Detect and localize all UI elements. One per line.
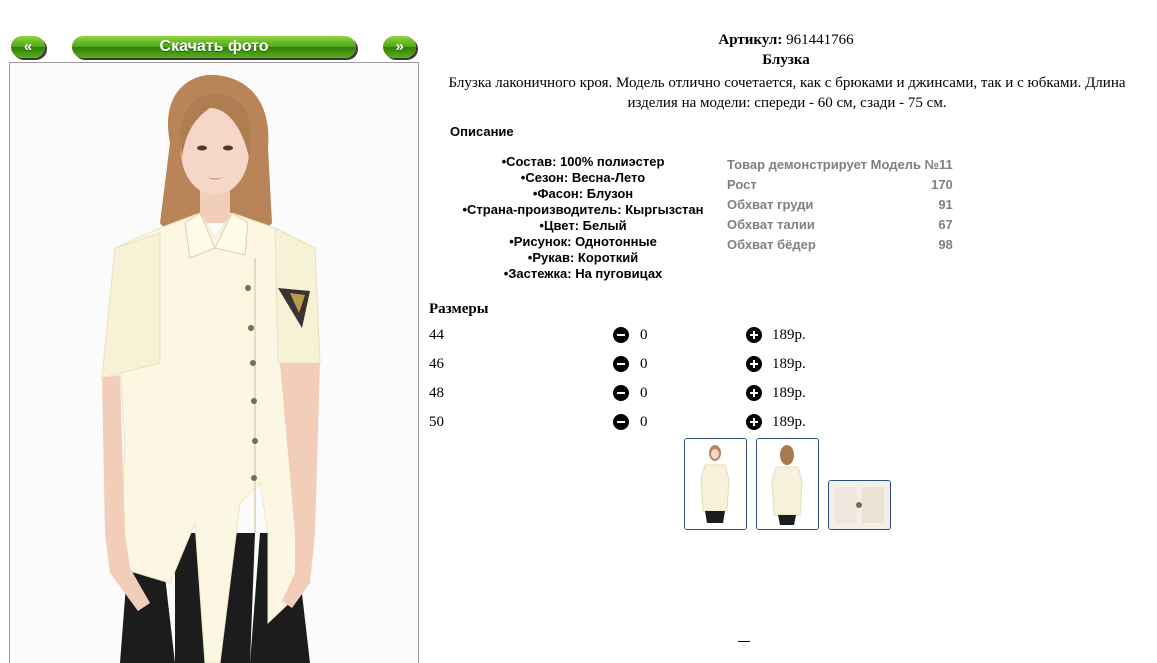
- property-item: Страна-производитель: Кыргызстан: [440, 202, 726, 218]
- minus-circle-icon[interactable]: [613, 385, 629, 401]
- model-row-label: Рост: [727, 176, 757, 192]
- thumbnail-front[interactable]: [684, 438, 747, 530]
- property-item: Застежка: На пуговицах: [440, 266, 726, 282]
- price-value: 189р.: [772, 385, 806, 401]
- model-row-value: 67: [938, 216, 953, 232]
- model-row: Обхват бёдер 98: [725, 234, 955, 254]
- main-product-photo: [9, 62, 419, 663]
- minus-circle-icon[interactable]: [613, 414, 629, 430]
- model-row-label: Обхват бёдер: [727, 236, 816, 252]
- property-item: Рисунок: Однотонные: [440, 234, 726, 250]
- quantity-value: 0: [640, 327, 648, 343]
- property-item: Сезон: Весна-Лето: [440, 170, 726, 186]
- product-title: Блузка: [762, 52, 810, 68]
- property-item: Состав: 100% полиэстер: [440, 154, 726, 170]
- size-row: 48 0 189р.: [429, 385, 849, 407]
- model-row-label: Обхват груди: [727, 196, 814, 212]
- size-row: 44 0 189р.: [429, 327, 849, 349]
- property-item: Рукав: Короткий: [440, 250, 726, 266]
- size-label: 50: [429, 414, 444, 430]
- divider: [738, 641, 750, 642]
- price-value: 189р.: [772, 414, 806, 430]
- quantity-value: 0: [640, 356, 648, 372]
- model-row-label: Обхват талии: [727, 216, 815, 232]
- size-row: 46 0 189р.: [429, 356, 849, 378]
- model-row: Рост 170: [725, 174, 955, 194]
- product-description: Блузка лаконичного кроя. Модель отлично …: [448, 75, 1126, 111]
- description-heading: Описание: [450, 124, 514, 139]
- article-label: Артикул:: [718, 32, 783, 48]
- next-photo-button[interactable]: »: [383, 36, 416, 58]
- sizes-heading: Размеры: [429, 301, 489, 317]
- plus-circle-icon[interactable]: [746, 385, 762, 401]
- model-row: Обхват талии 67: [725, 214, 955, 234]
- model-heading: Товар демонстрирует Модель №11: [727, 156, 953, 172]
- model-row: Обхват груди 91: [725, 194, 955, 214]
- prev-photo-button[interactable]: «: [11, 36, 45, 58]
- minus-circle-icon[interactable]: [613, 327, 629, 343]
- property-item: Цвет: Белый: [440, 218, 726, 234]
- quantity-value: 0: [640, 385, 648, 401]
- minus-circle-icon[interactable]: [613, 356, 629, 372]
- quantity-value: 0: [640, 414, 648, 430]
- model-photo-illustration: [10, 63, 418, 663]
- article-line: Артикул: 961441766: [600, 32, 972, 49]
- size-row: 50 0 189р.: [429, 414, 849, 436]
- plus-circle-icon[interactable]: [746, 356, 762, 372]
- plus-circle-icon[interactable]: [746, 414, 762, 430]
- thumbnail-front-image: [685, 439, 746, 529]
- plus-circle-icon[interactable]: [746, 327, 762, 343]
- model-row-value: 91: [938, 196, 953, 212]
- download-photo-button[interactable]: Скачать фото: [72, 36, 356, 58]
- price-value: 189р.: [772, 327, 806, 343]
- thumbnail-detail[interactable]: [828, 480, 891, 530]
- model-measurements-table: Товар демонстрирует Модель №11 Рост 170 …: [725, 154, 955, 254]
- property-item: Фасон: Блузон: [440, 186, 726, 202]
- size-label: 48: [429, 385, 444, 401]
- size-label: 44: [429, 327, 444, 343]
- size-label: 46: [429, 356, 444, 372]
- model-row-value: 170: [931, 176, 953, 192]
- article-value: 961441766: [786, 32, 854, 48]
- thumbnail-back-image: [757, 439, 818, 529]
- thumbnail-back[interactable]: [756, 438, 819, 530]
- thumbnail-detail-image: [829, 481, 890, 529]
- model-row-value: 98: [938, 236, 953, 252]
- price-value: 189р.: [772, 356, 806, 372]
- property-list: Состав: 100% полиэстер Сезон: Весна-Лето…: [440, 154, 726, 282]
